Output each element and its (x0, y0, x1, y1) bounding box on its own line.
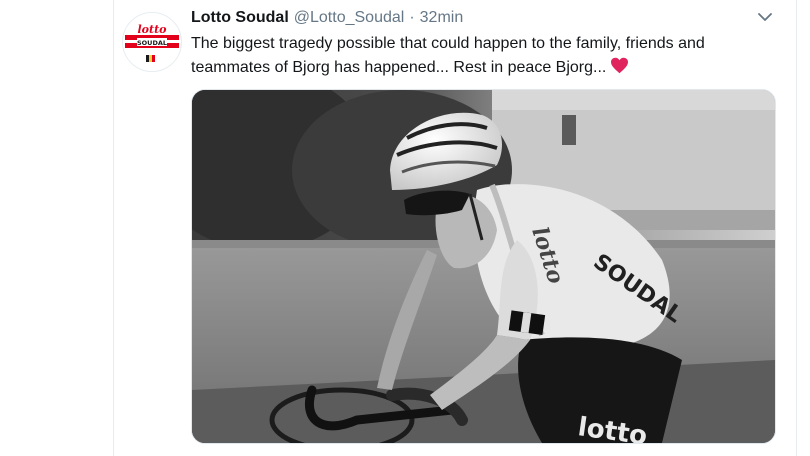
display-name[interactable]: Lotto Soudal (191, 9, 289, 27)
cyclist-photo: lotto SOUDAL lotto (192, 90, 775, 443)
separator-dot: · (409, 9, 415, 26)
logo-lotto-text: lotto (137, 23, 166, 36)
tweet[interactable]: lotto SOUDAL Lotto Soudal @Lotto_Soudal … (114, 0, 796, 456)
red-heart-icon (611, 57, 629, 74)
tweet-photo[interactable]: lotto SOUDAL lotto (191, 89, 776, 444)
timeline-right-border (796, 0, 797, 456)
avatar[interactable]: lotto SOUDAL (122, 12, 182, 72)
timestamp[interactable]: 32min (420, 9, 464, 27)
logo-soudal-text: SOUDAL (137, 39, 167, 47)
tweet-header: Lotto Soudal @Lotto_Soudal · 32min (191, 6, 796, 30)
tweet-body: The biggest tragedy possible that could … (191, 32, 751, 80)
timeline-page: lotto SOUDAL Lotto Soudal @Lotto_Soudal … (0, 0, 810, 456)
chevron-down-icon[interactable] (756, 8, 774, 26)
lotto-soudal-logo-icon: lotto SOUDAL (123, 13, 181, 71)
user-handle[interactable]: @Lotto_Soudal (294, 9, 405, 27)
